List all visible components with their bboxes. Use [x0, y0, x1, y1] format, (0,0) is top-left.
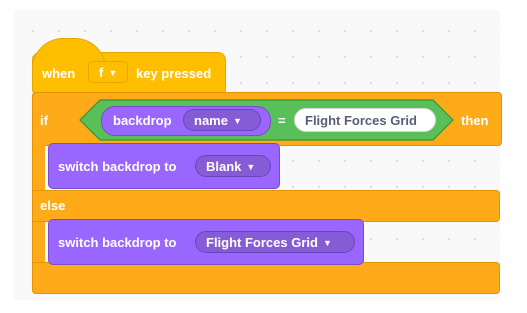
equals-operator: =	[278, 113, 286, 128]
key-dropdown[interactable]: f ▼	[88, 61, 128, 83]
backdrop-dropdown-else[interactable]: Flight Forces Grid ▼	[195, 231, 355, 253]
backdrop-property-dropdown[interactable]: name ▼	[183, 109, 261, 131]
backdrop-label: backdrop	[113, 113, 172, 128]
if-else-block-bottom	[32, 262, 500, 294]
switch-backdrop-label: switch backdrop to	[58, 159, 177, 174]
backdrop-value: Flight Forces Grid	[206, 235, 318, 250]
backdrop-value: Blank	[206, 159, 242, 174]
else-label: else	[40, 198, 66, 213]
dropdown-caret-icon: ▼	[108, 68, 118, 78]
key-pressed-label: key pressed	[136, 66, 212, 81]
backdrop-dropdown-then[interactable]: Blank ▼	[195, 155, 271, 177]
else-bar	[32, 190, 500, 222]
dropdown-caret-icon: ▼	[322, 238, 332, 248]
comparison-value: Flight Forces Grid	[305, 113, 417, 128]
dropdown-caret-icon: ▼	[246, 162, 256, 172]
property-value: name	[194, 113, 228, 128]
key-value: f	[99, 65, 104, 80]
dropdown-caret-icon: ▼	[232, 116, 242, 126]
if-label: if	[40, 113, 48, 128]
then-label: then	[461, 113, 489, 128]
switch-backdrop-label: switch backdrop to	[58, 235, 177, 250]
when-label: when	[42, 66, 76, 81]
comparison-value-input[interactable]: Flight Forces Grid	[294, 108, 436, 132]
